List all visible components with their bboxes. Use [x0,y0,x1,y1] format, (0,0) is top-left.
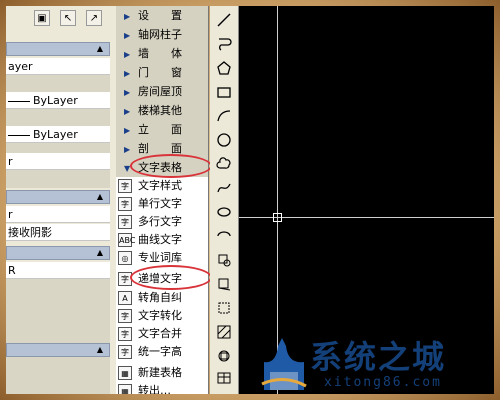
term-library-icon: ◎ [118,251,132,265]
text-style-icon: 字 [118,179,132,193]
expand-arrow-icon: ▶ [124,126,131,135]
circle-tool-icon[interactable] [214,130,234,150]
shadow-row[interactable]: 接收阴影 [6,224,110,241]
menu-item-text-merge[interactable]: 字文字合并 [116,325,208,343]
tangent-screen-menu: ▶ 设 置 ▶ 轴网柱子 ▶ 墙 体 ▶ 门 窗 ▶ 房间屋顶 ▶ 楼梯其他 ▶ 立 面 ▶ 剖… [116,6,212,394]
draw-toolbar [210,6,239,394]
collapse-icon: ▲ [96,248,103,257]
menu-category[interactable]: ▶ 立 面 [116,120,208,139]
table-tool-icon[interactable] [214,368,234,388]
region-tool-icon[interactable] [214,346,234,366]
revcloud-tool-icon[interactable] [214,154,234,174]
collapse-icon: ▲ [96,345,103,354]
rotate-text-icon: A [118,291,132,305]
watermark-logo-icon [261,338,307,390]
view-section-header[interactable]: ▲ [6,343,110,357]
single-text-icon: 字 [118,197,132,211]
pick-add-icon[interactable]: ↗ [86,10,102,26]
pickbox-cursor [273,213,282,222]
material-row[interactable]: r [6,206,110,223]
text-merge-icon: 字 [118,327,132,341]
menu-item-new-table[interactable]: ▦ 新建表格 [116,364,208,382]
menu-item-unify-height[interactable]: 字统一字高 [116,343,208,361]
menu-item-rotate-text[interactable]: A 转角自纠 [116,289,208,307]
collapse-icon: ▲ [96,192,103,201]
menu-item-text-convert[interactable]: 字文字转化 [116,307,208,325]
menu-category[interactable]: ▶ 楼梯其他 [116,101,208,120]
menu-item-curve-text[interactable]: ABC 曲线文字 [116,231,208,249]
text-convert-icon: 字 [118,309,132,323]
collapse-icon: ▲ [96,44,103,53]
linetype-row[interactable]: ByLayer [6,92,110,109]
menu-category[interactable]: ▶ 门 窗 [116,63,208,82]
menu-item-export[interactable]: ▦ 转出… [116,382,208,394]
expand-arrow-icon: ▶ [124,145,131,154]
table-export-icon: ▦ [118,384,132,394]
plot-row[interactable]: R [6,262,110,279]
curve-text-icon: ABC [118,233,135,247]
watermark-title: 系统之城 [310,338,447,376]
hatch-tool-icon[interactable] [214,322,234,342]
polyline-tool-icon[interactable] [214,34,234,54]
menu-item-multiline-text[interactable]: 字多行文字 [116,213,208,231]
expand-arrow-icon: ▶ [124,107,131,116]
quick-select-icon[interactable]: ↖ [60,10,76,26]
general-section-header[interactable]: ▲ [6,42,110,56]
plotstyle-row[interactable]: r [6,153,110,170]
menu-item-text-style[interactable]: 字文字样式 [116,177,208,195]
expand-arrow-icon: ▶ [124,88,131,97]
ellipse-arc-tool-icon[interactable] [214,226,234,246]
spline-tool-icon[interactable] [214,178,234,198]
menu-category[interactable]: ▶ 轴网柱子 [116,25,208,44]
multi-text-icon: 字 [118,215,132,229]
unify-height-icon: 字 [118,345,132,359]
watermark: 系统之城 xitong86.com [250,330,500,400]
make-block-icon[interactable] [214,274,234,294]
menu-category[interactable]: ▶ 设 置 [116,6,208,25]
line-tool-icon[interactable] [214,10,234,30]
menu-item-single-line-text[interactable]: 字单行文字 [116,195,208,213]
polygon-tool-icon[interactable] [214,58,234,78]
expand-arrow-icon: ▶ [124,31,131,40]
arc-tool-icon[interactable] [214,106,234,126]
layer-row[interactable]: ayer [6,58,110,75]
menu-category[interactable]: ▶ 房间屋顶 [116,82,208,101]
plot-section-header[interactable]: ▲ [6,246,110,260]
expand-arrow-icon: ▶ [124,69,131,78]
point-tool-icon[interactable] [214,298,234,318]
highlight-oval [130,265,212,290]
insert-block-icon[interactable] [214,250,234,270]
table-icon: ▦ [118,366,132,380]
menu-category[interactable]: ▶ 墙 体 [116,44,208,63]
expand-arrow-icon: ▶ [124,12,131,21]
expand-arrow-icon: ▶ [124,50,131,59]
highlight-oval [130,154,212,178]
properties-panel: ▣ ↖ ↗ ▲ ayer ByLayer ByLayer r ▲ r 接收阴影 … [6,6,123,394]
lineweight-row[interactable]: ByLayer [6,126,110,143]
rectangle-tool-icon[interactable] [214,82,234,102]
select-objects-icon[interactable]: ▣ [34,10,50,26]
watermark-url: xitong86.com [324,375,442,390]
3d-section-header[interactable]: ▲ [6,190,110,204]
ellipse-tool-icon[interactable] [214,202,234,222]
